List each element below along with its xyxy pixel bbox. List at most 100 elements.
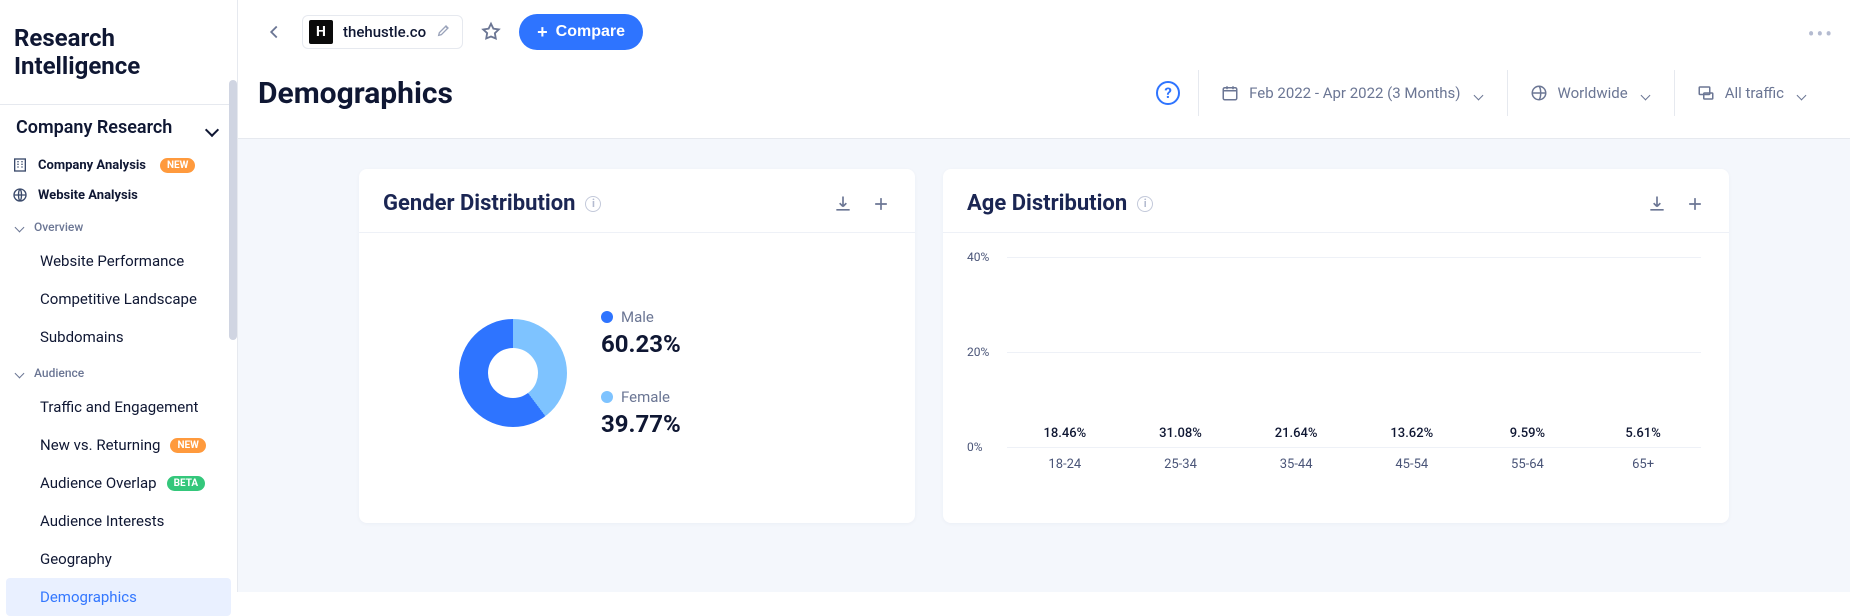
sidebar-group-audience[interactable]: Audience [0,356,237,388]
donut-chart [459,319,567,427]
gridline [1007,352,1701,353]
add-icon[interactable] [1685,194,1705,214]
x-tick: 25-34 [1145,457,1215,472]
topbar: H thehustle.co + Compare ••• [238,0,1850,64]
nav-item-website-performance[interactable]: Website Performance [0,242,237,280]
nav-item-label: Audience Overlap [40,474,157,492]
nav-item-new-vs-returning[interactable]: New vs. ReturningNEW [0,426,237,464]
sidebar-section-company-research[interactable]: Company Research [0,104,237,150]
content: Gender Distribution i [238,139,1850,592]
gender-chart: Male 60.23% Female 39.77% [359,233,915,513]
legend-color-female [601,391,613,403]
info-icon[interactable]: i [1137,196,1153,212]
traffic-label: All traffic [1725,84,1784,102]
bar-18-24: 18.46% [1030,426,1100,447]
sidebar-group-label: Overview [34,220,83,234]
back-button[interactable] [258,16,290,48]
compare-button[interactable]: + Compare [519,14,643,50]
nav-item-label: Demographics [40,588,137,606]
bar-25-34: 31.08% [1145,426,1215,447]
sidebar-scrollbar[interactable] [229,80,237,592]
bar-45-54: 13.62% [1377,426,1447,447]
main: H thehustle.co + Compare ••• Demographic… [238,0,1850,592]
y-tick: 0% [967,440,983,454]
x-axis-ticks: 18-2425-3435-4445-5455-6465+ [1007,457,1701,472]
chevron-down-icon [1798,88,1808,98]
badge: BETA [167,476,206,491]
more-menu[interactable]: ••• [1808,22,1834,46]
nav-item-geography[interactable]: Geography [0,540,237,578]
sidebar: Research Intelligence Company Research C… [0,0,238,592]
sidebar-group-label: Audience [34,366,84,380]
sidebar-item-label: Website Analysis [38,188,138,203]
chevron-down-icon [1475,88,1485,98]
nav-item-demographics[interactable]: Demographics [6,578,231,616]
download-icon[interactable] [833,194,853,214]
date-range-label: Feb 2022 - Apr 2022 (3 Months) [1249,84,1460,102]
bar-value-label: 21.64% [1275,426,1318,441]
bar-55-64: 9.59% [1492,426,1562,447]
scrollbar-thumb[interactable] [229,80,237,340]
compare-label: Compare [556,23,625,41]
nav-item-competitive-landscape[interactable]: Competitive Landscape [0,280,237,318]
badge: NEW [170,438,205,453]
chevron-down-icon [1642,88,1652,98]
nav-item-label: Audience Interests [40,512,164,530]
card-header: Age Distribution i [943,169,1729,233]
nav-item-label: Subdomains [40,328,124,346]
help-icon[interactable]: ? [1156,81,1180,105]
nav-item-subdomains[interactable]: Subdomains [0,318,237,356]
chevron-down-icon [16,222,26,232]
x-tick: 35-44 [1261,457,1331,472]
nav-item-label: Competitive Landscape [40,290,197,308]
date-range-selector[interactable]: Feb 2022 - Apr 2022 (3 Months) [1198,70,1506,116]
sidebar-item-company-analysis[interactable]: Company Analysis NEW [0,150,237,180]
x-tick: 45-54 [1377,457,1447,472]
legend-label: Male [621,308,654,326]
gridline [1007,447,1701,448]
age-chart: 18.46%31.08%21.64%13.62%9.59%5.61% 0%20%… [943,233,1729,519]
sidebar-item-website-analysis[interactable]: Website Analysis [0,180,237,210]
traffic-selector[interactable]: All traffic [1674,70,1830,116]
legend-item-male: Male 60.23% [601,308,681,358]
site-name: thehustle.co [343,23,426,41]
nav-item-audience-interests[interactable]: Audience Interests [0,502,237,540]
region-label: Worldwide [1558,84,1628,102]
legend-color-male [601,311,613,323]
bar-35-44: 21.64% [1261,426,1331,447]
page-title: Demographics [258,76,453,111]
download-icon[interactable] [1647,194,1667,214]
badge: NEW [160,158,195,173]
chevron-down-icon [207,121,221,135]
y-tick: 20% [967,345,989,359]
nav-item-traffic-and-engagement[interactable]: Traffic and Engagement [0,388,237,426]
bar-value-label: 31.08% [1159,426,1202,441]
y-tick: 40% [967,250,989,264]
edit-icon[interactable] [436,22,452,42]
nav-item-audience-overlap[interactable]: Audience Overlap BETA [0,464,237,502]
nav-item-label: Traffic and Engagement [40,398,198,416]
chevron-down-icon [16,368,26,378]
legend-item-female: Female 39.77% [601,388,681,438]
page-header: Demographics ? Feb 2022 - Apr 2022 (3 Mo… [238,64,1850,139]
legend-value: 60.23% [601,330,681,358]
gridline [1007,257,1701,258]
bar-value-label: 9.59% [1510,426,1545,441]
bar-value-label: 13.62% [1390,426,1433,441]
site-favicon: H [309,20,333,44]
legend-value: 39.77% [601,410,681,438]
header-controls: ? Feb 2022 - Apr 2022 (3 Months) Worldwi… [1156,70,1830,116]
favorite-button[interactable] [475,16,507,48]
sidebar-group-overview[interactable]: Overview [0,210,237,242]
site-selector[interactable]: H thehustle.co [302,15,463,49]
card-title: Age Distribution [967,191,1127,216]
region-selector[interactable]: Worldwide [1507,70,1674,116]
sidebar-section-label: Company Research [16,117,172,138]
gender-legend: Male 60.23% Female 39.77% [601,308,681,438]
gender-distribution-card: Gender Distribution i [359,169,915,523]
nav-item-label: Geography [40,550,112,568]
card-title: Gender Distribution [383,191,575,216]
info-icon[interactable]: i [585,196,601,212]
add-icon[interactable] [871,194,891,214]
x-tick: 55-64 [1492,457,1562,472]
